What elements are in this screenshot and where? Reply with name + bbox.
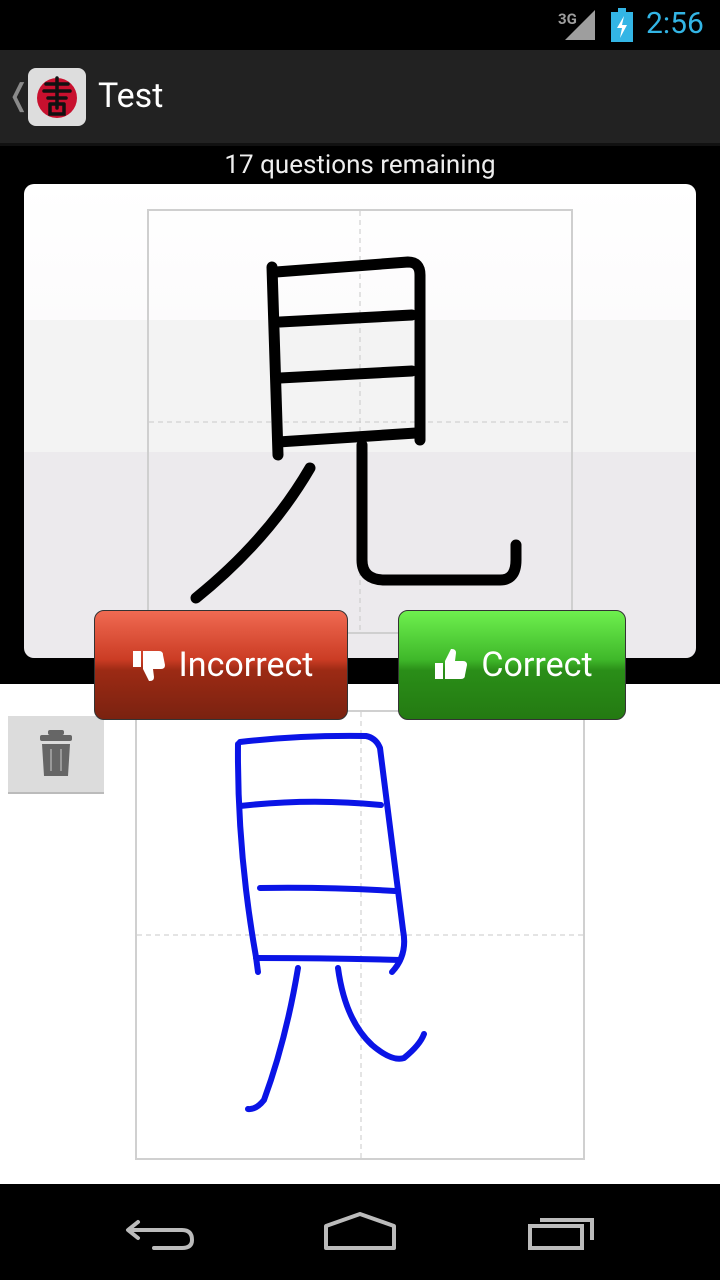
incorrect-button[interactable]: Incorrect (94, 610, 348, 720)
correct-button[interactable]: Correct (398, 610, 626, 720)
recent-apps-icon[interactable] (526, 1212, 598, 1252)
back-icon[interactable] (124, 1212, 196, 1252)
thumbs-down-icon (132, 651, 165, 681)
correct-label: Correct (481, 645, 593, 685)
incorrect-label: Incorrect (178, 645, 314, 685)
navigation-bar (0, 1184, 720, 1280)
reference-kanji (190, 256, 522, 604)
trash-icon (40, 730, 72, 776)
user-drawing (234, 732, 427, 1113)
clear-drawing-button[interactable] (8, 716, 104, 794)
home-icon[interactable] (322, 1212, 398, 1252)
thumbs-up-icon (435, 649, 468, 679)
